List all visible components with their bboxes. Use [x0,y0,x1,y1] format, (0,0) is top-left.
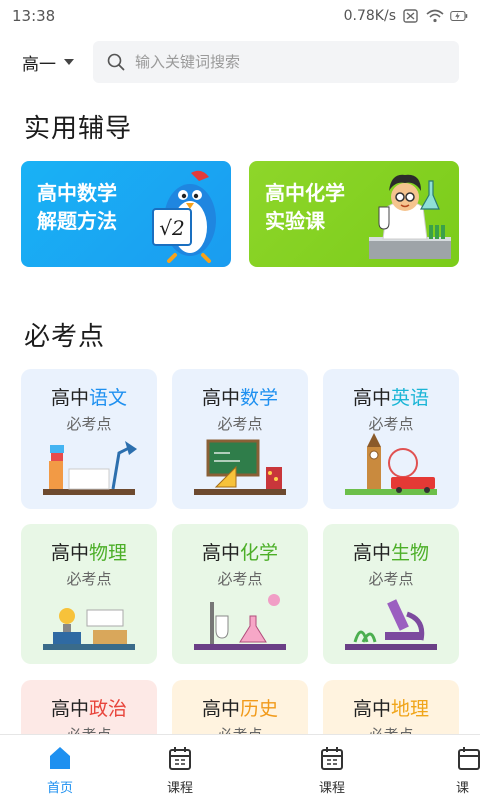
status-time: 13:38 [12,7,56,25]
subject-title: 高中地理 [323,694,459,721]
microscope-illustration [345,599,437,650]
tab-course-2[interactable]: 课程 [302,745,362,796]
search-box[interactable] [93,41,459,83]
status-bar: 13:38 0.78K/s [0,0,480,32]
subject-name: 生物 [391,542,430,564]
section-title-must-test: 必考点 [24,322,106,352]
subject-card-english[interactable]: 高中英语 必考点 [323,369,459,509]
subject-title: 高中政治 [21,694,157,721]
grade-selector[interactable]: 高一 [0,40,93,84]
caret-down-icon [64,59,74,65]
calendar-icon [458,747,480,770]
subject-prefix: 高中 [201,542,240,564]
search-input[interactable] [135,53,435,71]
subject-card-chinese[interactable]: 高中语文 必考点 [21,369,157,509]
subject-title: 高中英语 [323,383,459,410]
subject-card-biology[interactable]: 高中生物 必考点 [323,524,459,664]
subject-prefix: 高中 [352,698,391,720]
subject-name: 政治 [89,698,128,720]
tab-home[interactable]: 首页 [30,745,90,796]
tab-course-3[interactable]: 课 [456,745,480,796]
subject-prefix: 高中 [50,387,89,409]
subject-name: 化学 [240,542,279,564]
feature-card-chem-lab[interactable]: 高中化学 实验课 [249,161,459,267]
search-icon [107,53,125,71]
feature-line2: 实验课 [265,209,325,233]
subject-title: 高中语文 [21,383,157,410]
subject-name: 语文 [89,387,128,409]
feature-line1: 高中化学 [265,181,345,205]
subject-name: 历史 [240,698,279,720]
subject-card-chemistry[interactable]: 高中化学 必考点 [172,524,308,664]
feature-line1: 高中数学 [37,181,117,205]
battery-charging-icon [450,10,468,22]
search-row: 高一 [0,40,480,84]
tab-label: 课 [456,781,470,796]
tab-label: 课程 [318,781,345,796]
subject-prefix: 高中 [50,698,89,720]
tab-label: 课程 [166,781,193,796]
section-title-practical: 实用辅导 [24,114,133,144]
subject-card-physics[interactable]: 高中物理 必考点 [21,524,157,664]
subject-name: 地理 [391,698,430,720]
subject-title: 高中物理 [21,538,157,565]
feature-card-text: 高中化学 实验课 [265,179,345,235]
tab-course[interactable]: 课程 [150,745,210,796]
home-icon [50,747,70,769]
subject-name: 数学 [240,387,279,409]
bottom-tab-bar: 首页 课程 课程 课 [0,734,480,800]
feature-card-math-methods[interactable]: 高中数学 解题方法 √2 [21,161,231,267]
subject-name: 物理 [89,542,128,564]
wifi-icon [426,9,444,23]
subject-prefix: 高中 [352,542,391,564]
physics-illustration [43,608,135,650]
subject-prefix: 高中 [352,387,391,409]
calendar-icon [321,747,343,770]
lab-flasks-illustration [194,594,286,650]
status-indicators: 0.78K/s [344,8,468,24]
subject-title: 高中数学 [172,383,308,410]
grade-value: 高一 [22,54,56,75]
chalkboard-illustration [194,439,286,495]
chemist-illustration [369,174,451,259]
no-sim-icon [403,9,418,23]
calendar-icon [169,747,191,770]
subject-prefix: 高中 [201,387,240,409]
subject-title: 高中化学 [172,538,308,565]
subject-prefix: 高中 [50,542,89,564]
subject-title: 高中生物 [323,538,459,565]
feature-card-text: 高中数学 解题方法 [37,179,117,235]
subject-name: 英语 [391,387,430,409]
tab-label: 首页 [46,781,73,796]
network-speed: 0.78K/s [343,8,396,24]
penguin-math-illustration: √2 [152,170,216,263]
feature-line2: 解题方法 [37,209,117,233]
subject-title: 高中历史 [172,694,308,721]
books-desk-illustration [43,441,137,495]
subject-prefix: 高中 [201,698,240,720]
subject-card-math[interactable]: 高中数学 必考点 [172,369,308,509]
london-illustration [345,433,437,495]
svg-text:√2: √2 [159,216,184,240]
